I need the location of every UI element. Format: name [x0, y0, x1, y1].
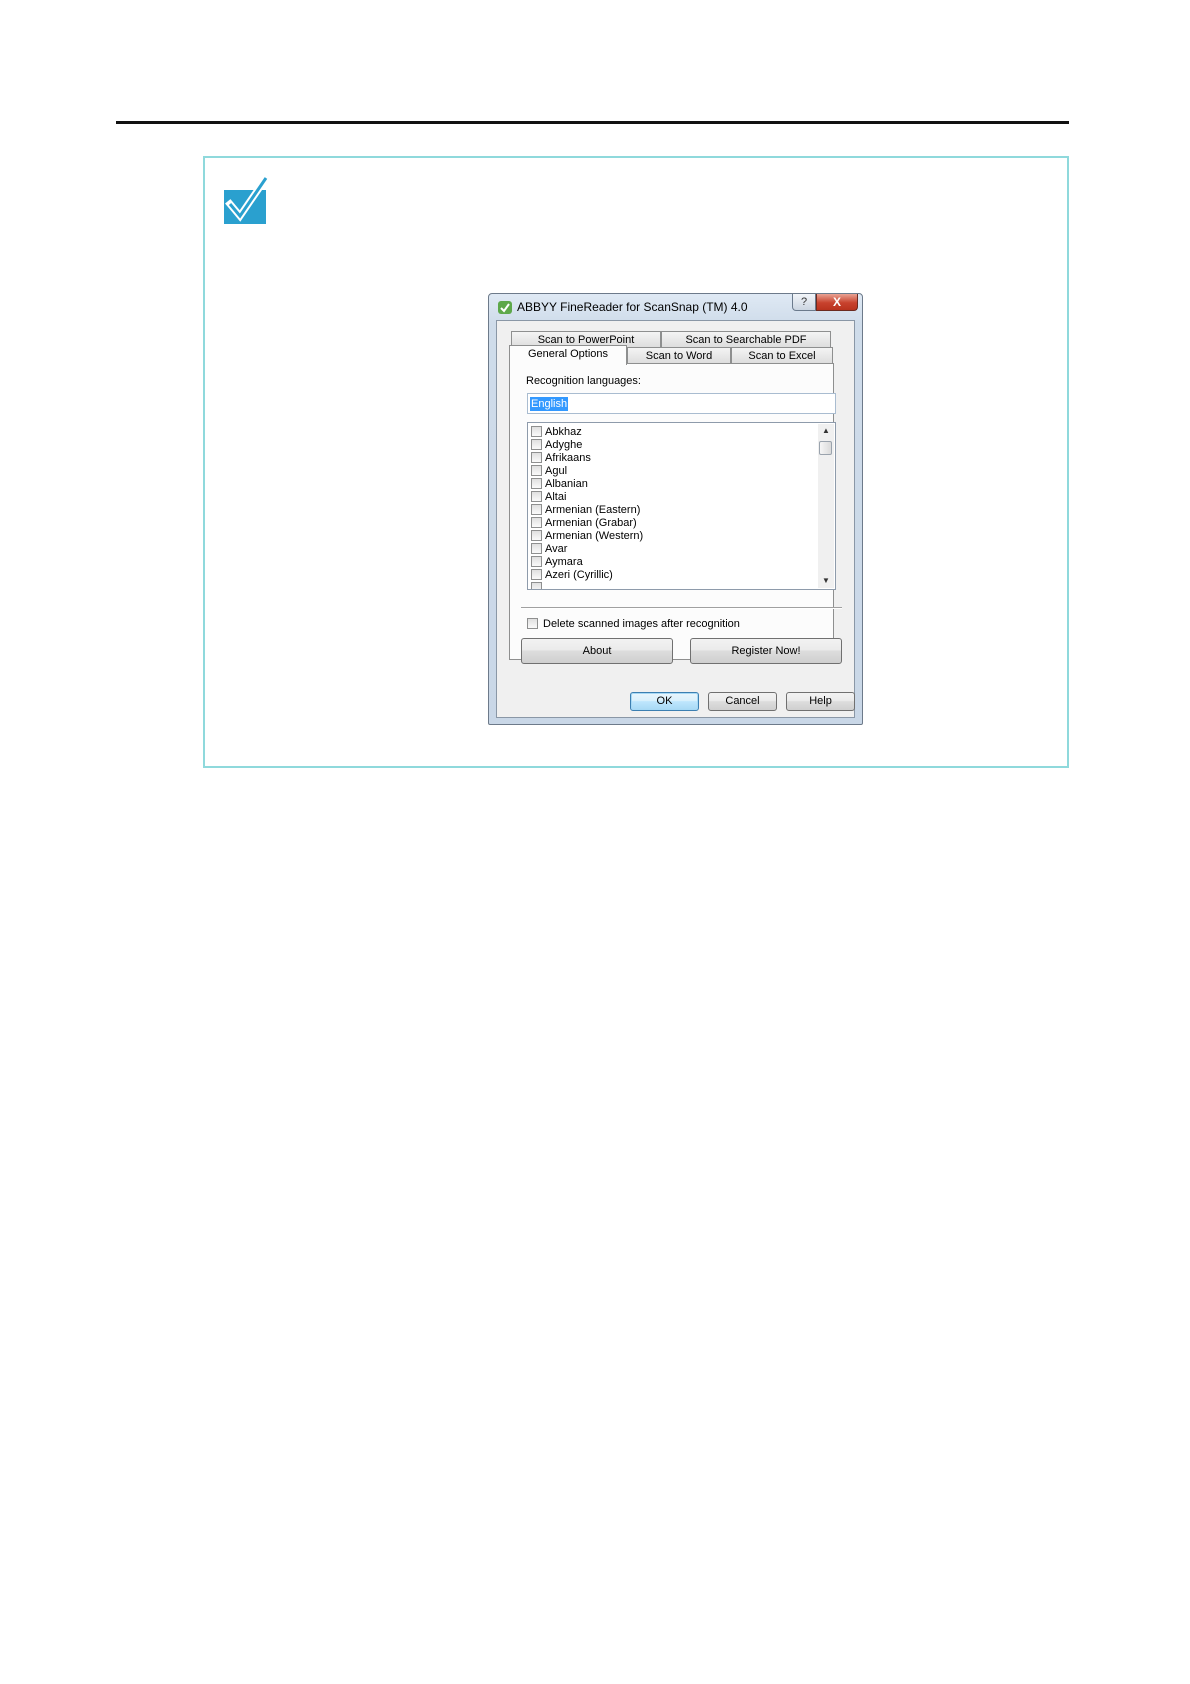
language-checkbox[interactable] [531, 543, 542, 554]
language-label: Avar [545, 543, 568, 555]
language-label: Altai [545, 491, 567, 503]
scroll-up-arrow-icon[interactable]: ▲ [818, 424, 834, 438]
language-list-scrollbar[interactable]: ▲ ▼ [818, 424, 834, 588]
about-button[interactable]: About [521, 638, 673, 664]
abbyy-settings-dialog: ABBYY FineReader for ScanSnap (TM) 4.0 ?… [488, 293, 863, 725]
titlebar-close-button[interactable]: X [816, 294, 858, 311]
language-checkbox[interactable] [531, 465, 542, 476]
tab-label: Scan to Excel [748, 350, 816, 362]
language-label: Abkhaz [545, 426, 582, 438]
recognition-languages-input[interactable]: English [527, 393, 836, 414]
language-checkbox[interactable] [531, 582, 542, 589]
scroll-thumb[interactable] [819, 441, 832, 455]
language-checkbox[interactable] [531, 517, 542, 528]
language-label: Agul [545, 465, 568, 477]
delete-images-label: Delete scanned images after recognition [543, 618, 740, 630]
register-now-button[interactable]: Register Now! [690, 638, 842, 664]
page-top-rule [116, 121, 1069, 124]
tab-label: General Options [527, 348, 609, 360]
panel-separator [521, 607, 842, 609]
tab-scan-to-searchable-pdf[interactable]: Scan to Searchable PDF [661, 331, 831, 348]
language-label: Armenian (Eastern) [545, 504, 641, 516]
help-button[interactable]: Help [786, 692, 855, 711]
language-label: Armenian (Grabar) [545, 517, 637, 529]
dialog-client-area: Scan to PowerPoint Scan to Searchable PD… [496, 320, 855, 718]
language-checkbox[interactable] [531, 556, 542, 567]
language-checkbox[interactable] [531, 569, 542, 580]
cancel-button[interactable]: Cancel [708, 692, 777, 711]
recognition-languages-value: English [530, 397, 569, 411]
language-checkbox[interactable] [531, 426, 542, 437]
language-label: Adyghe [545, 439, 583, 451]
language-list[interactable]: Abkhaz Adyghe Afrikaans Agul Albanian Al… [527, 422, 836, 590]
general-options-panel: Recognition languages: English Abkhaz Ad… [509, 363, 842, 664]
language-checkbox[interactable] [531, 478, 542, 489]
dialog-titlebar[interactable]: ABBYY FineReader for ScanSnap (TM) 4.0 ?… [489, 294, 862, 320]
language-checkbox[interactable] [531, 452, 542, 463]
language-checkbox[interactable] [531, 530, 542, 541]
ok-button[interactable]: OK [630, 692, 699, 711]
delete-images-checkbox[interactable] [527, 618, 538, 629]
language-label: Azeri (Cyrillic) [545, 569, 613, 581]
language-label: Armenian (Western) [545, 530, 644, 542]
language-checkbox[interactable] [531, 504, 542, 515]
titlebar-help-button[interactable]: ? [792, 294, 816, 311]
tab-scan-to-excel[interactable]: Scan to Excel [731, 347, 833, 364]
language-label: Aymara [545, 556, 583, 568]
abbyy-app-icon [498, 301, 512, 314]
language-checkbox[interactable] [531, 491, 542, 502]
tab-label: Scan to Searchable PDF [685, 334, 807, 346]
tab-label: Scan to Word [645, 350, 713, 362]
recognition-languages-label: Recognition languages: [526, 375, 641, 387]
dialog-title: ABBYY FineReader for ScanSnap (TM) 4.0 [517, 300, 748, 314]
checkmark-note-icon [224, 174, 270, 224]
scroll-down-arrow-icon[interactable]: ▼ [818, 574, 834, 588]
tab-general-options[interactable]: General Options [509, 345, 627, 365]
language-label: Albanian [545, 478, 588, 490]
language-label: Afrikaans [545, 452, 591, 464]
tab-scan-to-word[interactable]: Scan to Word [627, 347, 731, 364]
language-checkbox[interactable] [531, 439, 542, 450]
